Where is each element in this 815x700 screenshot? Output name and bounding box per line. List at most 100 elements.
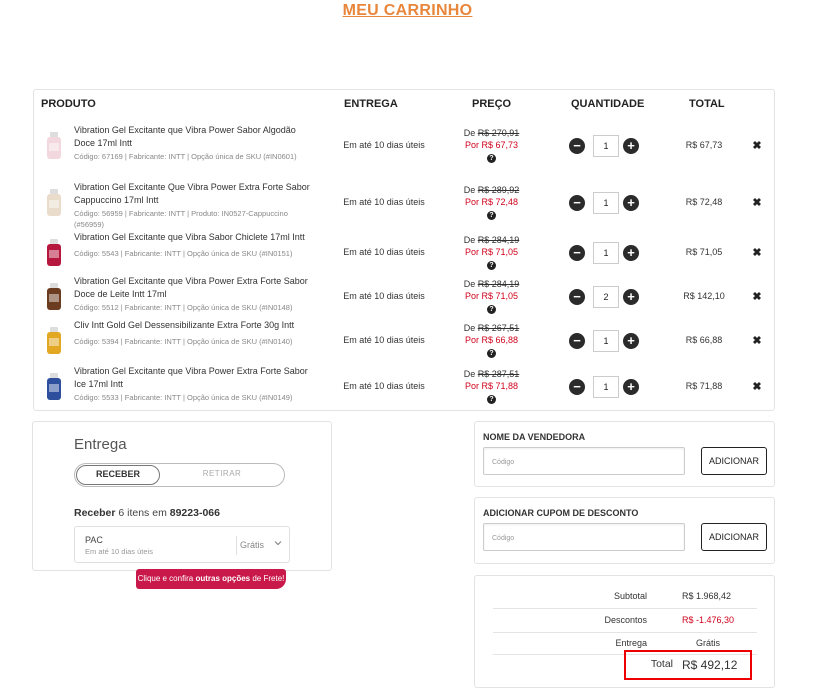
help-icon[interactable]: ? bbox=[487, 154, 496, 163]
quantity-stepper: −1 + bbox=[569, 376, 679, 398]
price-block: De R$ 284,19 Por R$ 71,05? bbox=[439, 278, 544, 314]
row-total: R$ 71,05 bbox=[685, 247, 723, 257]
remove-item-icon[interactable]: ✖ bbox=[749, 290, 765, 303]
price-block: De R$ 287,51 Por R$ 71,88? bbox=[439, 368, 544, 404]
decrease-quantity-button[interactable]: − bbox=[569, 245, 585, 261]
product-meta: Código: 5533 | Fabricante: INTT | Opção … bbox=[74, 393, 293, 402]
help-icon[interactable]: ? bbox=[487, 349, 496, 358]
increase-quantity-button[interactable]: + bbox=[623, 138, 639, 154]
delivery-estimate: Em até 10 dias úteis bbox=[343, 140, 425, 150]
price-old: R$ 270,91 bbox=[477, 128, 520, 138]
product-name[interactable]: Vibration Gel Excitante Que Vibra Power … bbox=[74, 181, 314, 207]
price-old: R$ 267,51 bbox=[477, 323, 520, 333]
quantity-input[interactable]: 1 bbox=[593, 330, 619, 352]
subtotal-label: Subtotal bbox=[613, 591, 647, 601]
receive-prefix: Receber bbox=[74, 507, 116, 519]
price-block: De R$ 267,51 Por R$ 66,88? bbox=[439, 322, 544, 358]
decrease-quantity-button[interactable]: − bbox=[569, 289, 585, 305]
shipping-option-price: Grátis bbox=[240, 540, 265, 550]
decrease-quantity-button[interactable]: − bbox=[569, 138, 585, 154]
product-name[interactable]: Vibration Gel Excitante que Vibra Power … bbox=[74, 275, 314, 301]
decrease-quantity-button[interactable]: − bbox=[569, 195, 585, 211]
row-total: R$ 142,10 bbox=[683, 291, 725, 301]
chevron-down-icon bbox=[274, 539, 282, 549]
row-total: R$ 72,48 bbox=[685, 197, 723, 207]
receive-summary: Receber 6 itens em 89223-066 bbox=[74, 507, 220, 519]
header-quantity: QUANTIDADE bbox=[571, 98, 645, 110]
quantity-stepper: −1 + bbox=[569, 242, 679, 264]
remove-item-icon[interactable]: ✖ bbox=[749, 196, 765, 209]
price-block: De R$ 270,91 Por R$ 67,73? bbox=[439, 127, 544, 163]
increase-quantity-button[interactable]: + bbox=[623, 289, 639, 305]
coupon-label: ADICIONAR CUPOM DE DESCONTO bbox=[483, 508, 639, 518]
discount-value: R$ -1.476,30 bbox=[682, 615, 735, 625]
items-count: 6 itens em bbox=[118, 507, 167, 519]
increase-quantity-button[interactable]: + bbox=[623, 195, 639, 211]
toggle-receive[interactable]: RECEBER bbox=[76, 465, 160, 485]
quantity-input[interactable]: 1 bbox=[593, 192, 619, 214]
shipping-title: Entrega bbox=[74, 436, 127, 453]
help-icon[interactable]: ? bbox=[487, 395, 496, 404]
product-thumbnail[interactable] bbox=[44, 326, 64, 356]
toggle-pickup[interactable]: RETIRAR bbox=[175, 469, 269, 478]
product-thumbnail[interactable] bbox=[44, 188, 64, 218]
price-block: De R$ 284,19 Por R$ 71,05? bbox=[439, 234, 544, 270]
price-new: Por R$ 72,48 bbox=[464, 197, 519, 207]
delivery-estimate: Em até 10 dias úteis bbox=[343, 335, 425, 345]
increase-quantity-button[interactable]: + bbox=[623, 245, 639, 261]
cart-row: Cliv Intt Gold Gel Dessensibilizante Ext… bbox=[34, 319, 774, 363]
delivery-value: Grátis bbox=[696, 638, 721, 648]
help-icon[interactable]: ? bbox=[487, 305, 496, 314]
quantity-input[interactable]: 1 bbox=[593, 376, 619, 398]
seller-label: NOME DA VENDEDORA bbox=[483, 432, 586, 442]
product-thumbnail[interactable] bbox=[44, 282, 64, 312]
shipping-panel: Entrega RECEBER RETIRAR Receber 6 itens … bbox=[32, 421, 332, 571]
help-icon[interactable]: ? bbox=[487, 261, 496, 270]
product-name[interactable]: Vibration Gel Excitante que Vibra Power … bbox=[74, 124, 314, 150]
remove-item-icon[interactable]: ✖ bbox=[749, 380, 765, 393]
remove-item-icon[interactable]: ✖ bbox=[749, 139, 765, 152]
cart-header: PRODUTO ENTREGA PREÇO QUANTIDADE TOTAL bbox=[34, 90, 774, 118]
increase-quantity-button[interactable]: + bbox=[623, 333, 639, 349]
header-product: PRODUTO bbox=[41, 98, 96, 110]
remove-item-icon[interactable]: ✖ bbox=[749, 334, 765, 347]
seller-add-button[interactable]: ADICIONAR bbox=[701, 447, 767, 475]
divider bbox=[236, 536, 237, 555]
promo-prefix: Clique e confira bbox=[137, 574, 194, 583]
cart-row: Vibration Gel Excitante que Vibra Sabor … bbox=[34, 231, 774, 275]
row-total: R$ 67,73 bbox=[685, 140, 723, 150]
decrease-quantity-button[interactable]: − bbox=[569, 379, 585, 395]
help-icon[interactable]: ? bbox=[487, 211, 496, 220]
coupon-code-input[interactable]: Código bbox=[483, 523, 685, 551]
coupon-add-button[interactable]: ADICIONAR bbox=[701, 523, 767, 551]
decrease-quantity-button[interactable]: − bbox=[569, 333, 585, 349]
product-thumbnail[interactable] bbox=[44, 238, 64, 268]
quantity-stepper: −1 + bbox=[569, 135, 679, 157]
product-thumbnail[interactable] bbox=[44, 131, 64, 161]
product-meta: Código: 5512 | Fabricante: INTT | Opção … bbox=[74, 303, 293, 312]
quantity-input[interactable]: 1 bbox=[593, 135, 619, 157]
promo-suffix: de Frete! bbox=[252, 574, 285, 583]
quantity-input[interactable]: 1 bbox=[593, 242, 619, 264]
shipping-option[interactable]: PAC Em até 10 dias úteis Grátis bbox=[74, 526, 290, 563]
seller-code-input[interactable]: Código bbox=[483, 447, 685, 475]
product-thumbnail[interactable] bbox=[44, 372, 64, 402]
product-name[interactable]: Vibration Gel Excitante que Vibra Power … bbox=[74, 365, 314, 391]
discount-label: Descontos bbox=[604, 615, 647, 625]
quantity-stepper: −1 + bbox=[569, 192, 679, 214]
subtotal-value: R$ 1.968,42 bbox=[682, 591, 732, 601]
price-new: Por R$ 67,73 bbox=[464, 140, 519, 150]
remove-item-icon[interactable]: ✖ bbox=[749, 246, 765, 259]
shipping-promo-banner[interactable]: Clique e confira outras opções de Frete! bbox=[136, 569, 286, 589]
price-new: Por R$ 66,88 bbox=[464, 335, 519, 345]
increase-quantity-button[interactable]: + bbox=[623, 379, 639, 395]
product-name[interactable]: Cliv Intt Gold Gel Dessensibilizante Ext… bbox=[74, 319, 314, 332]
divider bbox=[493, 632, 757, 633]
price-new: Por R$ 71,05 bbox=[464, 291, 519, 301]
quantity-input[interactable]: 2 bbox=[593, 286, 619, 308]
product-name[interactable]: Vibration Gel Excitante que Vibra Sabor … bbox=[74, 231, 314, 244]
delivery-estimate: Em até 10 dias úteis bbox=[343, 381, 425, 391]
product-meta: Código: 56959 | Fabricante: INTT | Produ… bbox=[74, 209, 288, 229]
header-total: TOTAL bbox=[689, 98, 725, 110]
product-meta: Código: 67169 | Fabricante: INTT | Opção… bbox=[74, 152, 297, 161]
